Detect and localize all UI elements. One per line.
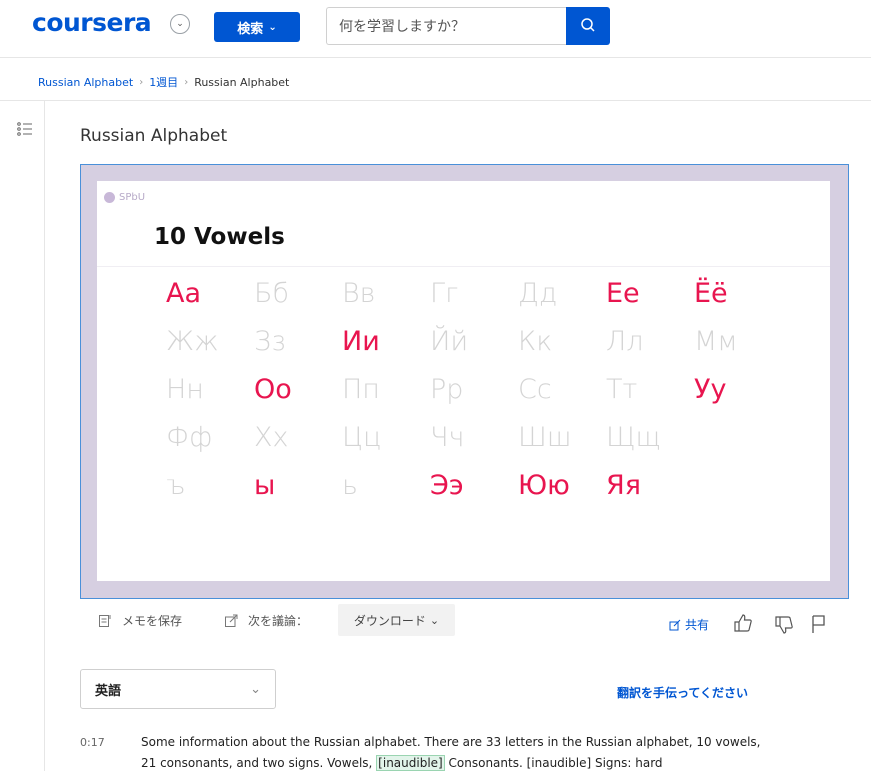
vowel-letter: Ии (342, 326, 380, 357)
transcript-text[interactable]: Some information about the Russian alpha… (141, 732, 761, 774)
chevron-down-icon[interactable]: ⌄ (170, 14, 190, 34)
download-dropdown[interactable]: ダウンロード ⌄ (338, 604, 455, 636)
breadcrumb-separator-icon: › (184, 76, 189, 88)
help-translate-link[interactable]: 翻訳を手伝ってください (617, 684, 748, 701)
download-label: ダウンロード (353, 613, 426, 628)
search-icon (581, 18, 595, 32)
consonant-letter: Сс (518, 374, 552, 405)
dislike-button[interactable] (774, 615, 794, 639)
consonant-letter: Йй (430, 326, 469, 357)
consonant-letter: Тт (606, 374, 638, 405)
consonant-letter: Фф (166, 422, 213, 453)
breadcrumb-separator-icon: › (139, 76, 144, 88)
chevron-down-icon: ⌄ (429, 613, 440, 627)
flag-icon (812, 615, 825, 633)
breadcrumb-course[interactable]: Russian Alphabet (38, 76, 133, 89)
share-button[interactable]: 共有 (669, 616, 709, 633)
explore-label: 検索 (237, 21, 264, 37)
external-link-icon (225, 614, 238, 627)
save-note-button[interactable]: メモを保存 (98, 612, 182, 629)
share-label: 共有 (685, 618, 710, 632)
consonant-letter: Зз (254, 326, 286, 357)
vowel-letter: Ёё (694, 278, 728, 309)
thumbs-down-icon (775, 616, 793, 634)
vowel-letter: Яя (606, 470, 642, 501)
consonant-letter: Дд (518, 278, 558, 309)
slide-brand: SPbU (104, 192, 145, 203)
consonant-letter: Лл (606, 326, 644, 357)
vowel-letter: Оо (254, 374, 292, 405)
consonant-letter (694, 422, 782, 470)
consonant-letter: ъ (166, 470, 186, 501)
breadcrumb-divider (0, 100, 871, 101)
share-icon (669, 619, 681, 630)
consonant-letter: Жж (166, 326, 219, 357)
slide-title: 10 Vowels (154, 224, 285, 250)
inaudible-highlight: [inaudible] (376, 755, 445, 771)
vowel-letter: Ее (606, 278, 640, 309)
vowel-letter: ы (254, 470, 276, 501)
coursera-logo[interactable]: coursera (32, 8, 152, 37)
alphabet-grid: Аа Бб Вв Гг Дд Ее Ёё Жж Зз Ии Йй Кк Лл Мм Нн Оо Пп Рр Сс Тт… (166, 278, 796, 518)
transcript-segment: Consonants. [inaudible] Signs: hard (444, 756, 663, 770)
vowel-letter: Юю (518, 470, 570, 501)
consonant-letter: Пп (342, 374, 380, 405)
consonant-letter: Гг (430, 278, 459, 309)
language-value: 英語 (95, 683, 122, 699)
breadcrumb-current: Russian Alphabet (194, 75, 290, 89)
consonant-letter: Кк (518, 326, 553, 357)
sidebar-divider (44, 101, 45, 771)
consonant-letter: Бб (254, 278, 290, 309)
discuss-button[interactable]: 次を議論： (224, 612, 308, 629)
chevron-down-icon: ⌄ (268, 21, 277, 33)
page-title: Russian Alphabet (80, 126, 228, 146)
search-input[interactable]: 何を学習しますか？ (326, 7, 566, 45)
like-button[interactable] (733, 613, 753, 637)
vowel-letter: Уу (694, 374, 727, 405)
thumbs-up-icon (734, 614, 752, 632)
note-icon (99, 614, 111, 627)
course-menu-button[interactable] (16, 120, 34, 142)
consonant-letter: ь (342, 470, 358, 501)
slide-brand-text: SPbU (119, 192, 146, 203)
consonant-letter: Щщ (606, 422, 661, 453)
header-divider (0, 57, 871, 58)
transcript-timestamp[interactable]: 0:17 (80, 736, 105, 749)
consonant-letter: Нн (166, 374, 204, 405)
save-note-label: メモを保存 (122, 614, 183, 628)
breadcrumb: Russian Alphabet › 1週目 › Russian Alphabe… (38, 74, 289, 90)
report-button[interactable] (810, 614, 828, 638)
consonant-letter: Шш (518, 422, 572, 453)
consonant-letter: Хх (254, 422, 289, 453)
consonant-letter: Рр (430, 374, 464, 405)
consonant-letter: Цц (342, 422, 382, 453)
chevron-down-icon: ⌄ (250, 681, 261, 697)
consonant-letter (694, 470, 782, 518)
consonant-letter: Чч (430, 422, 465, 453)
spbu-logo-icon (104, 192, 115, 203)
language-select[interactable]: 英語 ⌄ (80, 669, 276, 709)
explore-button[interactable]: 検索 ⌄ (214, 12, 300, 42)
vowel-letter: Ээ (430, 470, 464, 501)
breadcrumb-week[interactable]: 1週目 (149, 74, 178, 90)
consonant-letter: Вв (342, 278, 376, 309)
discuss-label: 次を議論： (248, 614, 309, 628)
search-button[interactable] (566, 7, 610, 45)
consonant-letter: Мм (694, 326, 738, 357)
list-icon (17, 122, 32, 136)
vowel-letter: Аа (166, 278, 202, 309)
slide-divider (97, 266, 830, 267)
